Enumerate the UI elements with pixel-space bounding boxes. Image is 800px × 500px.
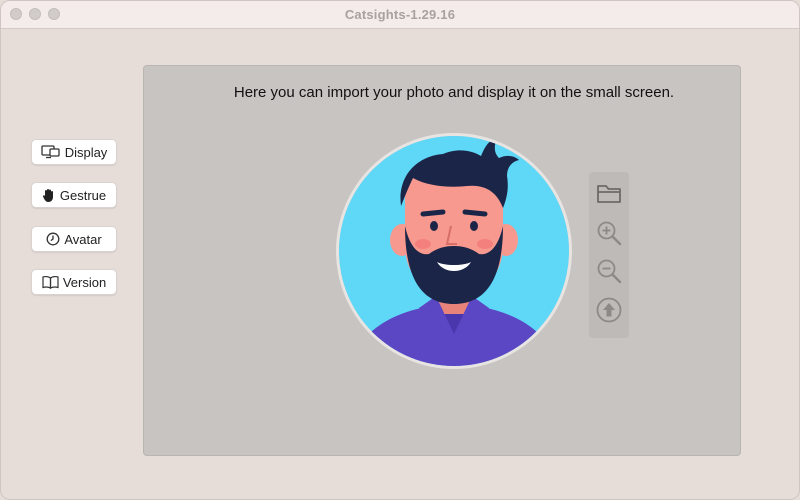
zoom-in-button[interactable] bbox=[594, 220, 624, 250]
window-title: Catsights-1.29.16 bbox=[344, 7, 456, 22]
zoom-window-button[interactable] bbox=[48, 8, 60, 20]
hand-icon bbox=[42, 188, 56, 203]
sidebar-item-label: Version bbox=[62, 274, 107, 290]
sidebar-item-label: Gestrue bbox=[59, 187, 107, 203]
sidebar-item-label: Display bbox=[64, 144, 108, 160]
sidebar-item-gestrue[interactable]: Gestrue bbox=[31, 182, 117, 208]
instruction-text: Here you can import your photo and displ… bbox=[233, 84, 675, 101]
app-window: Catsights-1.29.16 Display Gestrue Avatar… bbox=[0, 0, 800, 500]
upload-icon bbox=[596, 297, 622, 328]
display-icon bbox=[41, 145, 61, 159]
sidebar-item-label: Avatar bbox=[64, 231, 102, 247]
folder-icon bbox=[596, 182, 622, 209]
zoom-out-icon bbox=[596, 258, 622, 289]
title-bar[interactable]: Catsights-1.29.16 bbox=[1, 1, 799, 29]
close-window-button[interactable] bbox=[10, 8, 22, 20]
open-folder-button[interactable] bbox=[594, 180, 624, 210]
book-icon bbox=[42, 275, 59, 289]
clock-icon bbox=[46, 232, 60, 246]
zoom-out-button[interactable] bbox=[594, 258, 624, 288]
minimize-window-button[interactable] bbox=[29, 8, 41, 20]
zoom-in-icon bbox=[596, 220, 622, 251]
sidebar-item-avatar[interactable]: Avatar bbox=[31, 226, 117, 252]
main-panel: Here you can import your photo and displ… bbox=[143, 65, 741, 456]
image-toolbar bbox=[589, 172, 629, 338]
avatar-preview bbox=[339, 136, 569, 366]
sidebar-item-display[interactable]: Display bbox=[31, 139, 117, 165]
upload-button[interactable] bbox=[594, 297, 624, 327]
sidebar-item-version[interactable]: Version bbox=[31, 269, 117, 295]
